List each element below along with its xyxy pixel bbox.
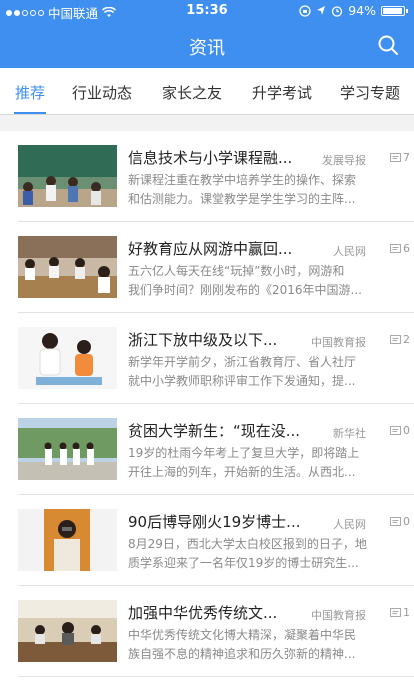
nav-bar: 资讯: [0, 22, 414, 68]
comment-number: 0: [403, 515, 410, 528]
article-thumbnail: [18, 236, 117, 298]
comment-number: 1: [403, 606, 410, 619]
comment-count: 0: [390, 515, 410, 528]
comment-number: 0: [403, 424, 410, 437]
comment-icon: [390, 607, 401, 617]
tab-industry-news[interactable]: 行业动态: [72, 68, 132, 114]
article-source: 中国教育报: [300, 607, 400, 623]
tab-study-topics[interactable]: 学习专题: [340, 68, 400, 114]
battery-tip: [406, 8, 408, 13]
article-source: 发展导报: [300, 152, 400, 168]
battery-icon: [381, 5, 405, 16]
article-summary: 五六亿人每天在线“玩掉”数小时，网游和 我们争时间？刚刚发布的《2016年中国游…: [128, 262, 386, 300]
article-thumbnail: [18, 509, 117, 571]
summary-line: 新课程注重在教学中培养学生的操作、探索: [128, 173, 357, 187]
article-item[interactable]: 加强中华优秀传统文... 中国教育报 1 中华优秀传统文化博大精深，凝聚着中华民…: [18, 586, 414, 677]
article-summary: 8月29日，西北大学太白校区报到的日子，地 质学系迎来了一名年仅19岁的博士研究…: [128, 535, 386, 573]
article-item[interactable]: 贫困大学新生：“现在没... 新华社 0 19岁的杜雨今年考上了复旦大学，即将踏…: [18, 404, 414, 495]
source-label: 中国教育报: [311, 609, 366, 622]
article-title: 贫困大学新生：“现在没...: [128, 422, 301, 440]
summary-line: 质学系迎来了一名年仅19岁的博士研究生...: [128, 556, 359, 570]
status-bar: 中国联通 15:36 94%: [0, 0, 414, 22]
article-thumbnail: [18, 600, 117, 662]
source-label: 发展导报: [322, 154, 366, 167]
search-icon[interactable]: [376, 33, 400, 57]
article-summary: 中华优秀传统文化博大精深，凝聚着中华民 族自强不息的精神追求和历久弥新的精神..…: [128, 626, 386, 664]
article-source: 人民网: [300, 243, 400, 259]
alarm-icon: [332, 5, 343, 17]
status-right: 94%: [299, 3, 408, 18]
comment-count: 1: [390, 606, 410, 619]
comment-icon: [390, 425, 401, 435]
summary-line: 8月29日，西北大学太白校区报到的日子，地: [128, 537, 367, 551]
summary-line: 开往上海的列车，开始新的生活。从西北...: [128, 465, 356, 479]
article-thumbnail: [18, 327, 117, 389]
location-icon: [317, 6, 326, 15]
summary-line: 就中小学教师职称评审工作下发通知，提...: [128, 374, 356, 388]
article-item[interactable]: 信息技术与小学课程融... 发展导报 7 新课程注重在教学中培养学生的操作、探索…: [18, 131, 414, 222]
article-summary: 新课程注重在教学中培养学生的操作、探索 和估测能力。课堂教学是学生学习的主阵..…: [128, 171, 386, 209]
tab-label: 升学考试: [252, 84, 313, 102]
battery-percent: 94%: [348, 3, 376, 18]
article-summary: 19岁的杜雨今年考上了复旦大学，即将踏上 开往上海的列车，开始新的生活。从西北.…: [128, 444, 386, 482]
tab-label: 推荐: [14, 84, 45, 102]
article-source: 人民网: [300, 516, 400, 532]
article-item[interactable]: 浙江下放中级及以下... 中国教育报 2 新学年开学前夕，浙江省教育厅、省人社厅…: [18, 313, 414, 404]
article-list: 信息技术与小学课程融... 发展导报 7 新课程注重在教学中培养学生的操作、探索…: [0, 131, 414, 677]
summary-line: 我们争时间？刚刚发布的《2016年中国游...: [128, 283, 362, 297]
comment-icon: [390, 152, 401, 162]
source-label: 人民网: [333, 245, 366, 258]
article-source: 新华社: [300, 425, 400, 441]
article-title: 好教育应从网游中赢回...: [128, 240, 293, 258]
comment-count: 6: [390, 242, 410, 255]
rotation-lock-icon: [299, 4, 311, 17]
article-summary: 新学年开学前夕，浙江省教育厅、省人社厅 就中小学教师职称评审工作下发通知，提..…: [128, 353, 386, 391]
source-label: 中国教育报: [311, 336, 366, 349]
comment-number: 6: [403, 242, 410, 255]
comment-icon: [390, 334, 401, 344]
comment-number: 2: [403, 333, 410, 346]
article-title: 信息技术与小学课程融...: [128, 149, 293, 167]
summary-line: 和估测能力。课堂教学是学生学习的主阵...: [128, 192, 356, 206]
tab-label: 家长之友: [162, 84, 223, 102]
article-title: 加强中华优秀传统文...: [128, 604, 278, 622]
summary-line: 中华优秀传统文化博大精深，凝聚着中华民: [128, 628, 357, 642]
tab-label: 学习专题: [340, 84, 401, 102]
tab-exams[interactable]: 升学考试: [252, 68, 312, 114]
summary-line: 五六亿人每天在线“玩掉”数小时，网游和: [128, 264, 345, 278]
section-divider: [0, 115, 414, 131]
article-title: 浙江下放中级及以下...: [128, 331, 278, 349]
source-label: 人民网: [333, 518, 366, 531]
page-title: 资讯: [189, 38, 225, 59]
comment-icon: [390, 516, 401, 526]
comment-count: 2: [390, 333, 410, 346]
comment-number: 7: [403, 151, 410, 164]
comment-icon: [390, 243, 401, 253]
comment-count: 7: [390, 151, 410, 164]
tab-label: 行业动态: [72, 84, 133, 102]
article-thumbnail: [18, 145, 117, 207]
article-title: 90后博导刚火19岁博士...: [128, 513, 301, 531]
source-label: 新华社: [333, 427, 366, 440]
category-tabs: 推荐 行业动态 家长之友 升学考试 学习专题: [0, 68, 414, 115]
summary-line: 族自强不息的精神追求和历久弥新的精神...: [128, 647, 356, 661]
article-source: 中国教育报: [300, 334, 400, 350]
tab-parents[interactable]: 家长之友: [162, 68, 222, 114]
article-thumbnail: [18, 418, 117, 480]
tab-recommend[interactable]: 推荐: [14, 68, 46, 114]
article-item[interactable]: 90后博导刚火19岁博士... 人民网 0 8月29日，西北大学太白校区报到的日…: [18, 495, 414, 586]
summary-line: 19岁的杜雨今年考上了复旦大学，即将踏上: [128, 446, 360, 460]
comment-count: 0: [390, 424, 410, 437]
summary-line: 新学年开学前夕，浙江省教育厅、省人社厅: [128, 355, 357, 369]
article-item[interactable]: 好教育应从网游中赢回... 人民网 6 五六亿人每天在线“玩掉”数小时，网游和 …: [18, 222, 414, 313]
